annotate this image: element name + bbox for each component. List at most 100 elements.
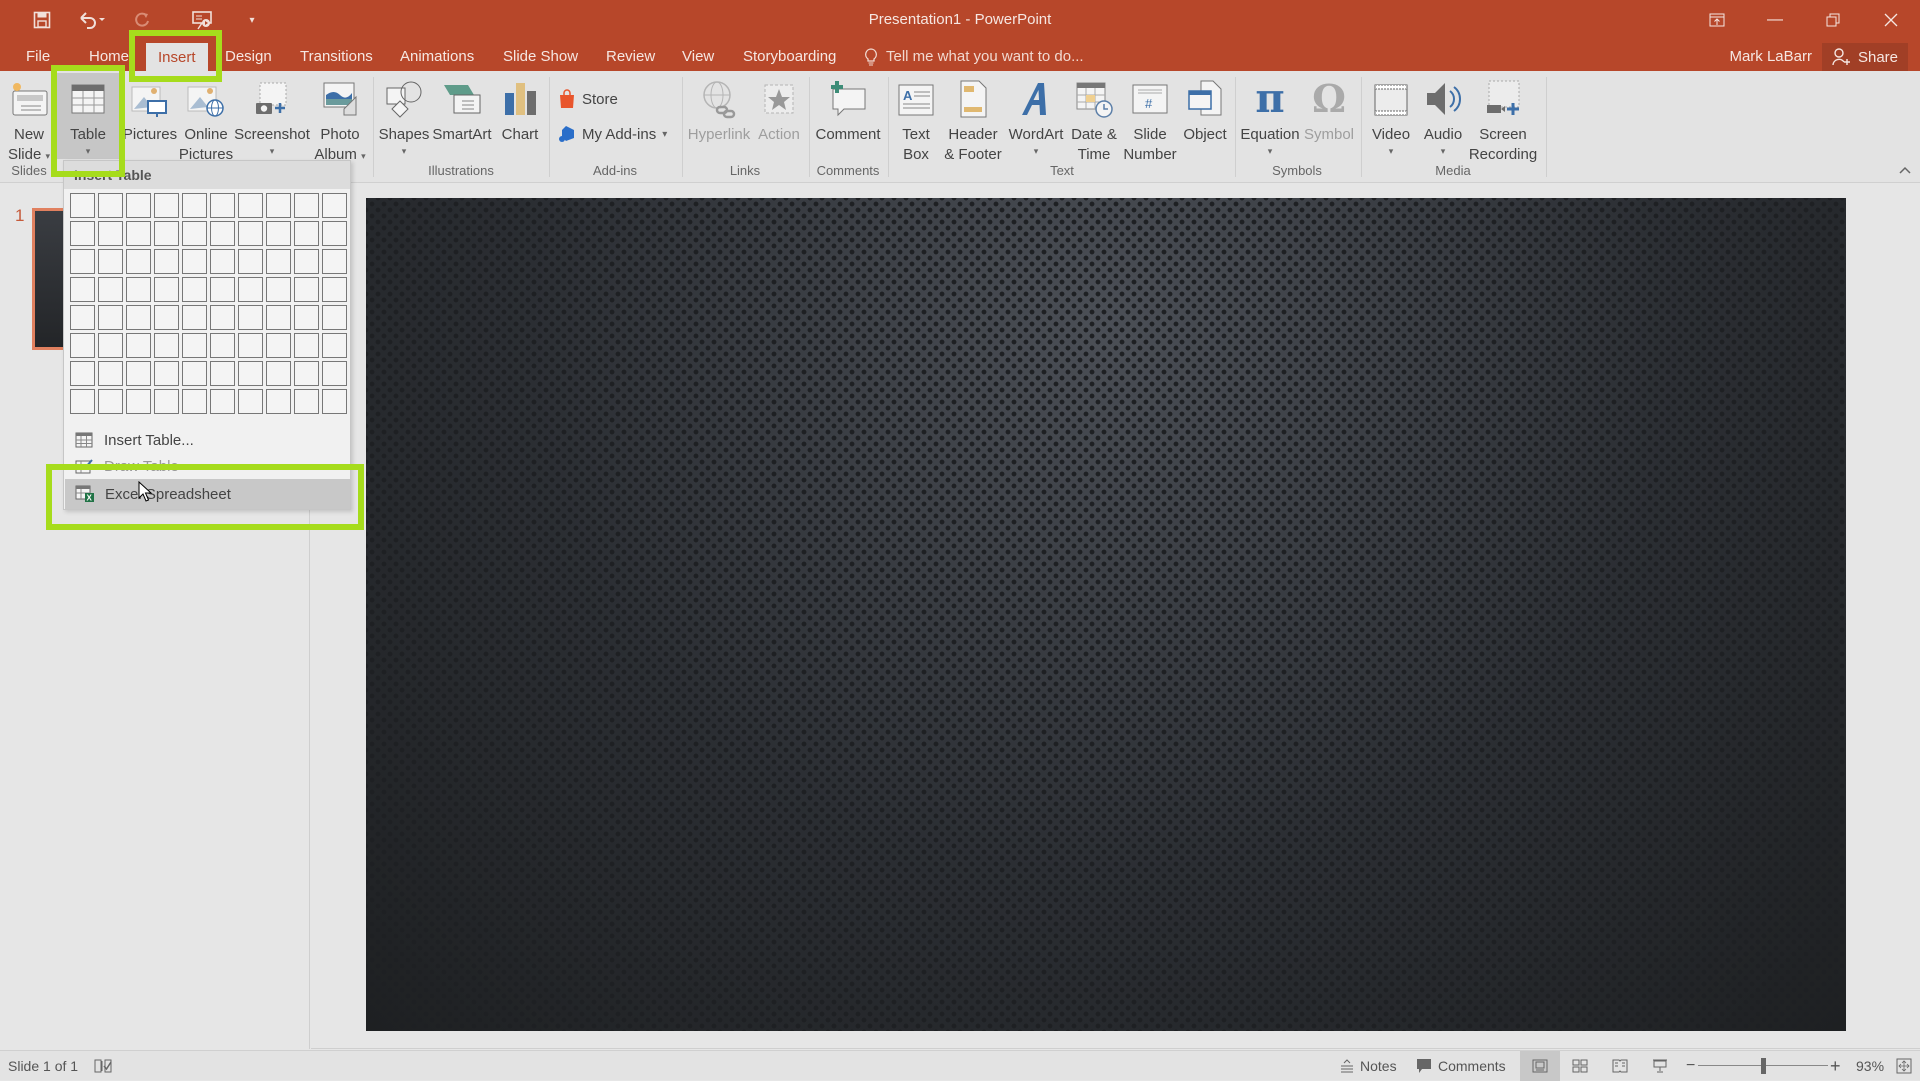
table-grid-cell[interactable] (238, 221, 263, 246)
table-grid-cell[interactable] (238, 277, 263, 302)
table-grid-cell[interactable] (294, 221, 319, 246)
object-button[interactable]: Object (1180, 77, 1230, 145)
table-grid-cell[interactable] (322, 361, 347, 386)
symbol-button[interactable]: Ω Symbol (1303, 77, 1355, 145)
tab-animations[interactable]: Animations (388, 42, 486, 71)
table-grid-cell[interactable] (182, 277, 207, 302)
table-grid-cell[interactable] (154, 221, 179, 246)
table-grid-cell[interactable] (70, 221, 95, 246)
table-grid-cell[interactable] (70, 305, 95, 330)
comments-button[interactable]: Comments (1416, 1051, 1506, 1081)
table-grid-cell[interactable] (322, 221, 347, 246)
table-grid-cell[interactable] (126, 277, 151, 302)
slide-canvas[interactable] (366, 198, 1846, 1031)
table-grid-cell[interactable] (294, 249, 319, 274)
table-button[interactable]: Table ▾ (56, 77, 120, 157)
tab-file[interactable]: File (14, 42, 62, 71)
table-grid-cell[interactable] (98, 221, 123, 246)
collapse-ribbon-button[interactable] (1898, 163, 1912, 178)
screenshot-button[interactable]: Screenshot ▾ (234, 77, 310, 157)
table-grid-cell[interactable] (294, 305, 319, 330)
online-pictures-button[interactable]: Online Pictures (178, 77, 234, 165)
spell-check-button[interactable] (94, 1051, 112, 1081)
table-grid-cell[interactable] (70, 389, 95, 414)
comment-button[interactable]: Comment (813, 77, 883, 145)
zoom-slider-thumb[interactable] (1761, 1058, 1766, 1074)
table-grid-cell[interactable] (266, 249, 291, 274)
tab-home[interactable]: Home (77, 42, 141, 71)
new-slide-button[interactable]: New Slide ▾ (6, 77, 52, 165)
table-grid-cell[interactable] (126, 305, 151, 330)
table-grid-cell[interactable] (182, 249, 207, 274)
table-grid-cell[interactable] (238, 193, 263, 218)
table-grid-cell[interactable] (70, 333, 95, 358)
tab-storyboarding[interactable]: Storyboarding (731, 42, 848, 71)
table-grid-cell[interactable] (126, 333, 151, 358)
table-grid-cell[interactable] (210, 221, 235, 246)
table-grid-cell[interactable] (266, 305, 291, 330)
table-grid-cell[interactable] (182, 389, 207, 414)
table-grid-cell[interactable] (154, 333, 179, 358)
table-grid-cell[interactable] (154, 193, 179, 218)
table-grid-cell[interactable] (126, 221, 151, 246)
zoom-in-button[interactable]: + (1830, 1051, 1841, 1081)
table-grid-cell[interactable] (98, 333, 123, 358)
table-grid-cell[interactable] (126, 389, 151, 414)
table-grid-cell[interactable] (182, 333, 207, 358)
table-grid-cell[interactable] (98, 305, 123, 330)
store-button[interactable]: Store (558, 89, 618, 109)
action-button[interactable]: Action (754, 77, 804, 145)
insert-table-menu-item[interactable]: Insert Table... (64, 425, 350, 455)
table-grid-cell[interactable] (266, 333, 291, 358)
table-grid-cell[interactable] (238, 389, 263, 414)
user-name[interactable]: Mark LaBarr (1729, 42, 1812, 71)
table-grid-cell[interactable] (70, 361, 95, 386)
table-grid-cell[interactable] (126, 193, 151, 218)
draw-table-menu-item[interactable]: Draw Table (64, 455, 350, 477)
table-grid-cell[interactable] (294, 333, 319, 358)
table-grid-cell[interactable] (238, 305, 263, 330)
table-grid-cell[interactable] (238, 249, 263, 274)
tab-review[interactable]: Review (594, 42, 667, 71)
equation-button[interactable]: π Equation ▾ (1239, 77, 1301, 157)
ribbon-display-options-button[interactable] (1688, 0, 1746, 40)
table-grid-cell[interactable] (210, 193, 235, 218)
table-grid-cell[interactable] (126, 249, 151, 274)
fit-to-window-button[interactable] (1896, 1051, 1912, 1081)
table-grid-cell[interactable] (98, 277, 123, 302)
table-grid-cell[interactable] (98, 193, 123, 218)
table-grid-cell[interactable] (294, 389, 319, 414)
table-grid-cell[interactable] (182, 193, 207, 218)
table-grid-cell[interactable] (70, 193, 95, 218)
tab-insert[interactable]: Insert (146, 43, 208, 71)
table-grid-cell[interactable] (322, 333, 347, 358)
date-time-button[interactable]: Date & Time (1066, 77, 1122, 165)
table-grid-cell[interactable] (266, 221, 291, 246)
header-footer-button[interactable]: Header & Footer (942, 77, 1004, 165)
minimize-button[interactable]: — (1746, 0, 1804, 40)
table-grid-cell[interactable] (154, 277, 179, 302)
restore-button[interactable] (1804, 0, 1862, 40)
video-button[interactable]: Video ▾ (1366, 77, 1416, 157)
table-grid-cell[interactable] (266, 361, 291, 386)
slide-show-view-button[interactable] (1640, 1051, 1680, 1081)
table-grid-cell[interactable] (154, 249, 179, 274)
close-button[interactable] (1862, 0, 1920, 40)
chart-button[interactable]: Chart (496, 77, 544, 145)
table-grid-cell[interactable] (98, 389, 123, 414)
tab-transitions[interactable]: Transitions (288, 42, 385, 71)
table-grid-cell[interactable] (266, 193, 291, 218)
table-grid-cell[interactable] (70, 249, 95, 274)
table-grid-cell[interactable] (322, 277, 347, 302)
photo-album-button[interactable]: Photo Album ▾ (312, 77, 368, 165)
table-grid-cell[interactable] (294, 277, 319, 302)
my-addins-button[interactable]: My Add-ins ▾ (558, 125, 667, 143)
table-grid-cell[interactable] (294, 361, 319, 386)
shapes-button[interactable]: Shapes ▾ (378, 77, 430, 157)
hyperlink-button[interactable]: Hyperlink (686, 77, 752, 145)
table-grid-cell[interactable] (294, 193, 319, 218)
table-grid-cell[interactable] (154, 305, 179, 330)
tab-slide-show[interactable]: Slide Show (491, 42, 590, 71)
table-grid-cell[interactable] (182, 361, 207, 386)
wordart-button[interactable]: WordArt ▾ (1006, 77, 1066, 157)
